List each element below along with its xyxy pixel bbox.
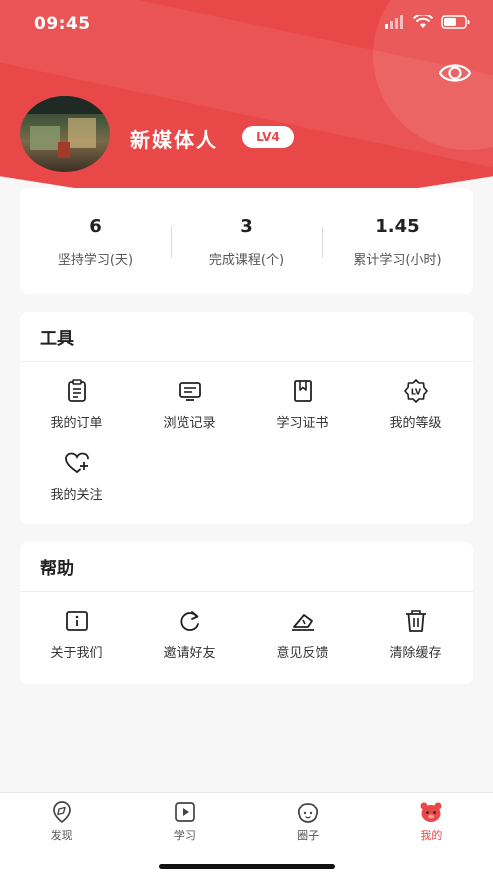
stat-label: 坚持学习(天)	[57, 253, 134, 268]
share-icon	[179, 611, 199, 631]
grid-item-label: 学习证书	[276, 416, 329, 431]
certificates-button[interactable]: 学习证书	[246, 378, 359, 450]
stat-total-hours: 1.45 累计学习(小时)	[322, 188, 473, 294]
help-card: 帮助 关于我们 邀请好友 意见反馈 清除缓存	[20, 542, 473, 684]
level-badge: LV4	[242, 126, 294, 148]
eye-icon[interactable]	[437, 58, 473, 88]
bear-icon	[420, 802, 442, 822]
about-us-button[interactable]: 关于我们	[20, 608, 133, 680]
status-icons	[385, 15, 471, 29]
home-indicator	[159, 864, 335, 869]
level-badge-icon: LV	[403, 379, 428, 403]
grid-item-label: 我的关注	[50, 488, 103, 503]
stat-value: 1.45	[375, 216, 420, 237]
help-title: 帮助	[20, 542, 473, 592]
play-icon	[175, 802, 195, 822]
stat-label: 完成课程(个)	[208, 253, 285, 268]
info-icon	[65, 611, 88, 631]
stat-value: 6	[89, 216, 102, 237]
tab-label: 发现	[50, 829, 73, 842]
svg-text:LV: LV	[410, 388, 421, 397]
avatar[interactable]	[20, 96, 110, 172]
feedback-button[interactable]: 意见反馈	[246, 608, 359, 680]
my-follows-button[interactable]: 我的关注	[20, 450, 133, 522]
grid-item-label: 我的等级	[389, 416, 442, 431]
tools-title: 工具	[20, 312, 473, 362]
invite-friends-button[interactable]: 邀请好友	[133, 608, 246, 680]
stat-value: 3	[240, 216, 253, 237]
tab-discover[interactable]: 发现	[0, 793, 123, 879]
grid-item-label: 意见反馈	[276, 646, 329, 661]
tab-label: 我的	[420, 829, 443, 842]
grid-item-label: 我的订单	[50, 416, 103, 431]
grid-item-label: 清除缓存	[389, 646, 442, 661]
grid-item-label: 浏览记录	[163, 416, 216, 431]
user-name: 新媒体人	[130, 128, 218, 152]
my-orders-button[interactable]: 我的订单	[20, 378, 133, 450]
monitor-icon	[178, 382, 201, 401]
stat-study-days: 6 坚持学习(天)	[20, 188, 171, 294]
grid-item-label: 关于我们	[50, 646, 103, 661]
circle-face-icon	[298, 803, 319, 823]
signal-icon	[385, 15, 403, 29]
tools-card: 工具 我的订单 浏览记录 学习证书 LV 我的等级 我的关注	[20, 312, 473, 524]
bookmark-icon	[293, 380, 312, 402]
grid-item-label: 邀请好友	[163, 646, 216, 661]
discover-icon	[52, 801, 71, 824]
status-bar: 09:45	[0, 0, 493, 48]
tab-label: 圈子	[297, 829, 320, 842]
stat-completed-courses: 3 完成课程(个)	[171, 188, 322, 294]
feedback-icon	[291, 614, 314, 631]
tab-mine[interactable]: 我的	[370, 793, 493, 879]
stat-label: 累计学习(小时)	[353, 253, 442, 268]
trash-icon	[405, 610, 426, 632]
wifi-icon	[413, 15, 433, 28]
status-time: 09:45	[34, 14, 91, 34]
clipboard-icon	[67, 379, 86, 402]
heart-plus-icon	[64, 452, 89, 473]
browse-history-button[interactable]: 浏览记录	[133, 378, 246, 450]
my-level-button[interactable]: LV 我的等级	[359, 378, 472, 450]
battery-icon	[441, 15, 470, 29]
tab-label: 学习	[173, 829, 196, 842]
clear-cache-button[interactable]: 清除缓存	[359, 608, 472, 680]
stats-card: 6 坚持学习(天) 3 完成课程(个) 1.45 累计学习(小时)	[20, 188, 473, 294]
